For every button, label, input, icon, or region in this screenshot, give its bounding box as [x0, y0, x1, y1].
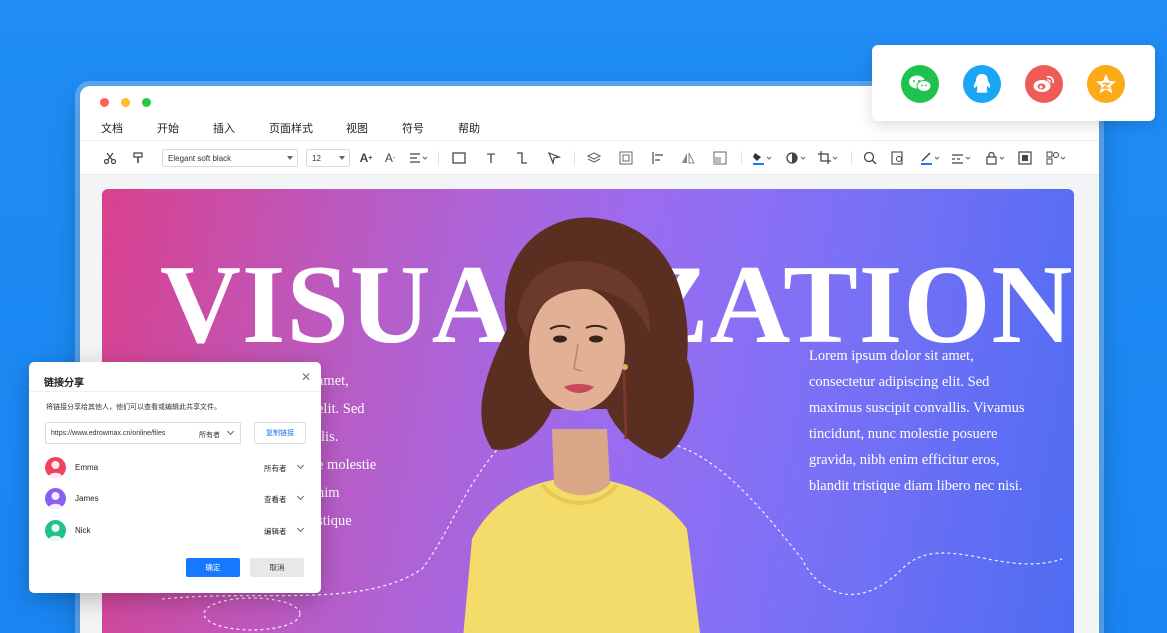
decrease-font-icon[interactable]: A-: [382, 150, 398, 166]
toolbar-separator: [851, 151, 852, 165]
frame-icon[interactable]: [712, 150, 728, 166]
shadow-icon[interactable]: [785, 150, 809, 166]
dialog-description: 将链接分享给其他人，他们可以查看或编辑此共享文件。: [46, 404, 221, 411]
user-row: James 查看者: [45, 488, 307, 510]
wechat-icon[interactable]: [901, 65, 939, 103]
menu-insert[interactable]: 插入: [213, 120, 235, 136]
user-name: Nick: [75, 526, 91, 535]
toolbar: Elegant soft black 12 A + A- T: [80, 140, 1099, 175]
chevron-down-icon[interactable]: [296, 524, 305, 533]
chevron-down-icon[interactable]: [296, 461, 305, 470]
menu-symbol[interactable]: 符号: [402, 120, 424, 136]
menu-bar: 文档 开始 插入 页面样式 视图 符号 帮助: [80, 118, 1099, 140]
text-icon[interactable]: T: [483, 150, 499, 166]
chevron-down-icon: [339, 156, 345, 160]
avatar: [45, 520, 66, 541]
crop-icon[interactable]: [817, 150, 841, 166]
line-style-icon[interactable]: [950, 150, 974, 166]
close-icon[interactable]: ✕: [300, 371, 312, 383]
more-shapes-icon[interactable]: [1045, 150, 1069, 166]
confirm-button[interactable]: 确定: [186, 558, 240, 577]
copy-link-button[interactable]: 复制链接: [254, 422, 306, 444]
font-size-select[interactable]: 12: [306, 149, 350, 167]
user-name: Emma: [75, 463, 99, 472]
font-family-select[interactable]: Elegant soft black: [162, 149, 298, 167]
user-role-select[interactable]: 编辑者: [264, 526, 287, 537]
chevron-down-icon: [287, 156, 293, 160]
connector-icon[interactable]: [514, 150, 530, 166]
search-icon[interactable]: [862, 150, 878, 166]
flip-icon[interactable]: [680, 150, 696, 166]
portrait-image: [463, 217, 700, 633]
link-share-dialog: 链接分享 ✕ 将链接分享给其他人，他们可以查看或编辑此共享文件。 https:/…: [29, 362, 321, 593]
menu-view[interactable]: 视图: [346, 120, 368, 136]
fill-color-icon[interactable]: [751, 150, 775, 166]
chevron-down-icon[interactable]: [296, 492, 305, 501]
weibo-icon[interactable]: [1025, 65, 1063, 103]
close-window-button[interactable]: [100, 98, 109, 107]
toolbar-separator: [741, 151, 742, 165]
share-platforms-card: [872, 45, 1155, 121]
user-row: Nick 编辑者: [45, 520, 307, 542]
rectangle-icon[interactable]: [451, 150, 467, 166]
cancel-button[interactable]: 取消: [250, 558, 304, 577]
scissors-icon[interactable]: [102, 150, 118, 166]
menu-help[interactable]: 帮助: [458, 120, 480, 136]
layers-icon[interactable]: [586, 150, 602, 166]
font-size-value: 12: [312, 154, 321, 163]
line-color-icon[interactable]: [919, 150, 943, 166]
user-role-select[interactable]: 查看者: [264, 494, 287, 505]
align-left-icon[interactable]: [650, 150, 666, 166]
user-row: Emma 所有者: [45, 457, 307, 479]
find-replace-icon[interactable]: [890, 150, 906, 166]
dialog-title: 链接分享: [44, 378, 84, 389]
minimize-window-button[interactable]: [121, 98, 130, 107]
share-link-url[interactable]: https://www.edrowmax.cn/online/files: [51, 430, 165, 437]
pointer-icon[interactable]: [546, 150, 562, 166]
font-family-value: Elegant soft black: [168, 154, 232, 163]
menu-document[interactable]: 文档: [101, 120, 123, 136]
user-role-select[interactable]: 所有者: [264, 463, 287, 474]
menu-page-style[interactable]: 页面样式: [269, 120, 313, 136]
maximize-window-button[interactable]: [142, 98, 151, 107]
menu-start[interactable]: 开始: [157, 120, 179, 136]
toolbar-separator: [438, 151, 439, 165]
qzone-icon[interactable]: [1087, 65, 1125, 103]
chevron-down-icon: [226, 427, 235, 436]
align-icon[interactable]: [408, 150, 430, 166]
dialog-divider: [29, 391, 321, 392]
lock-icon[interactable]: [984, 150, 1008, 166]
qq-icon[interactable]: [963, 65, 1001, 103]
fit-page-icon[interactable]: [1017, 150, 1033, 166]
increase-font-icon[interactable]: A +: [358, 150, 374, 166]
group-icon[interactable]: [618, 150, 634, 166]
format-painter-icon[interactable]: [130, 150, 146, 166]
toolbar-separator: [574, 151, 575, 165]
avatar: [45, 457, 66, 478]
link-permission-select[interactable]: 所有者: [199, 430, 220, 440]
user-name: James: [75, 494, 99, 503]
share-link-field[interactable]: https://www.edrowmax.cn/online/files 所有者: [45, 422, 241, 444]
avatar: [45, 488, 66, 509]
